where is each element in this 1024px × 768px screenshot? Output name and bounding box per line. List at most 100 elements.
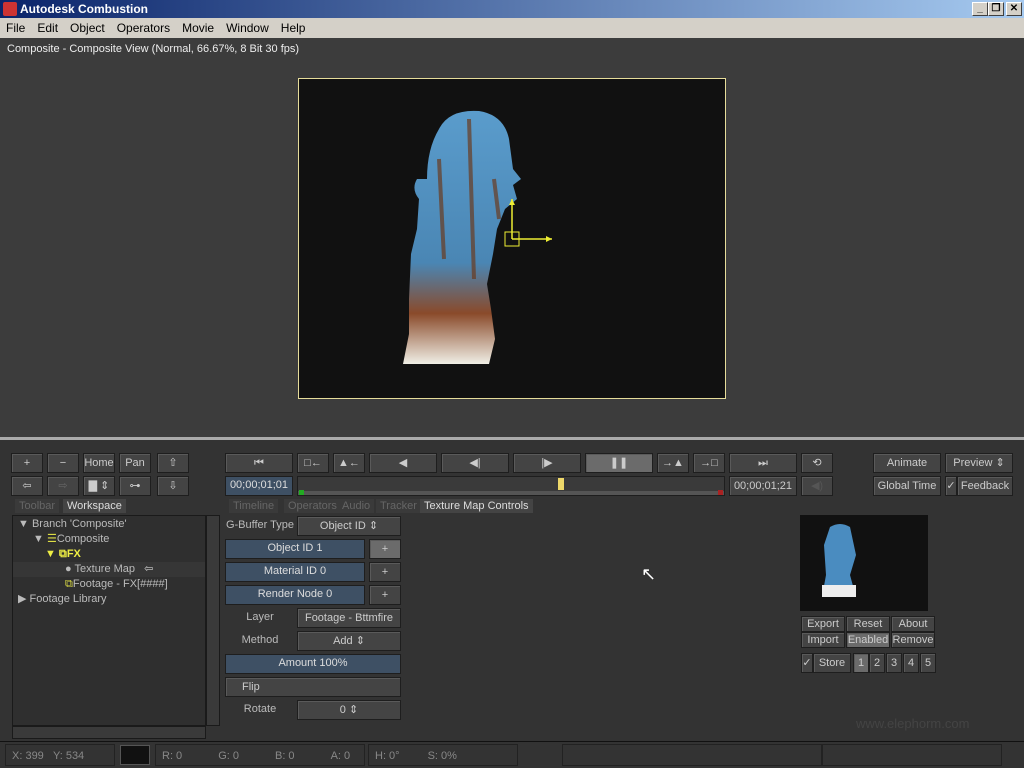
tree-item-branch[interactable]: ▼ Branch 'Composite' bbox=[13, 517, 205, 532]
store-checkbox[interactable]: ✓ bbox=[801, 653, 813, 673]
time-slider[interactable] bbox=[297, 476, 725, 496]
reset-button[interactable]: Reset bbox=[846, 616, 890, 632]
go-to-start-icon[interactable]: ⏮ bbox=[225, 453, 293, 473]
export-button[interactable]: Export bbox=[801, 616, 845, 632]
out-point-marker[interactable] bbox=[718, 490, 723, 495]
feedback-button[interactable]: Feedback bbox=[957, 476, 1013, 496]
crosshair-picker-icon[interactable]: + bbox=[369, 562, 401, 582]
color-swatch-select[interactable]: ▇ ⇕ bbox=[83, 476, 115, 496]
tree-scrollbar-vertical[interactable] bbox=[206, 515, 220, 726]
store-slot-3[interactable]: 3 bbox=[886, 653, 902, 673]
tree-item-fx[interactable]: ▼ ⧉FX bbox=[13, 547, 205, 562]
tree-scrollbar-horizontal[interactable] bbox=[12, 726, 206, 739]
next-keyframe-icon[interactable]: →□ bbox=[693, 453, 725, 473]
method-select[interactable]: Add ⇕ bbox=[297, 631, 401, 651]
window-title: Autodesk Combustion bbox=[20, 2, 148, 16]
pan-button[interactable]: Pan bbox=[119, 453, 151, 473]
close-button[interactable]: ✕ bbox=[1006, 2, 1022, 16]
prev-marker-icon[interactable]: ▲← bbox=[333, 453, 365, 473]
method-value: Add bbox=[333, 635, 353, 647]
menu-object[interactable]: Object bbox=[70, 21, 105, 35]
import-button[interactable]: Import bbox=[801, 632, 845, 648]
render-node-slider[interactable]: Render Node 0 bbox=[225, 585, 365, 605]
menu-operators[interactable]: Operators bbox=[117, 21, 170, 35]
step-forward-icon[interactable]: |▶ bbox=[513, 453, 581, 473]
zoom-in-button[interactable]: + bbox=[11, 453, 43, 473]
about-button[interactable]: About bbox=[891, 616, 935, 632]
gbuffer-value: Object ID bbox=[319, 520, 366, 532]
play-reverse-icon[interactable]: ◀ bbox=[369, 453, 437, 473]
menu-help[interactable]: Help bbox=[281, 21, 306, 35]
tab-toolbar[interactable]: Toolbar bbox=[15, 499, 60, 513]
remove-button[interactable]: Remove bbox=[891, 632, 935, 648]
audio-icon[interactable]: ◀) bbox=[801, 476, 833, 496]
tree-item-footage[interactable]: ⧉Footage - FX[####] bbox=[13, 577, 205, 592]
pause-icon[interactable]: ❚❚ bbox=[585, 453, 653, 473]
status-r: R: 0 bbox=[162, 750, 183, 762]
menu-movie[interactable]: Movie bbox=[182, 21, 214, 35]
menu-bar: File Edit Object Operators Movie Window Help bbox=[0, 18, 1024, 38]
tree-item-texture-map[interactable]: ● Texture Map ⇦ bbox=[13, 562, 205, 577]
arrow-up-icon[interactable]: ⇧ bbox=[157, 453, 189, 473]
object-id-slider[interactable]: Object ID 1 bbox=[225, 539, 365, 559]
tab-tracker[interactable]: Tracker bbox=[376, 499, 421, 513]
tab-operators[interactable]: Operators bbox=[284, 499, 341, 513]
menu-file[interactable]: File bbox=[6, 21, 25, 35]
menu-edit[interactable]: Edit bbox=[37, 21, 58, 35]
store-slot-5[interactable]: 5 bbox=[920, 653, 936, 673]
amount-slider[interactable]: Amount 100% bbox=[225, 654, 401, 674]
back-arrow-icon[interactable]: ⇦ bbox=[11, 476, 43, 496]
transform-gizmo[interactable] bbox=[504, 199, 552, 247]
preview-select[interactable]: Preview ⇕ bbox=[945, 453, 1013, 473]
store-slot-2[interactable]: 2 bbox=[869, 653, 885, 673]
home-button[interactable]: Home bbox=[83, 453, 115, 473]
tab-texture-map-controls[interactable]: Texture Map Controls bbox=[420, 499, 533, 513]
tab-timeline[interactable]: Timeline bbox=[229, 499, 279, 513]
tree-item-footage-library[interactable]: ▶ Footage Library bbox=[13, 592, 205, 607]
panel-divider[interactable] bbox=[0, 437, 1024, 440]
loop-icon[interactable]: ⟲ bbox=[801, 453, 833, 473]
feedback-checkbox[interactable]: ✓ bbox=[945, 476, 957, 496]
minimize-button[interactable]: _ bbox=[972, 2, 988, 16]
crosshair-picker-icon[interactable]: + bbox=[369, 539, 401, 559]
material-id-slider[interactable]: Material ID 0 bbox=[225, 562, 365, 582]
end-time-field[interactable]: 00;00;01;21 bbox=[729, 476, 797, 496]
tree-label: Composite bbox=[56, 533, 110, 545]
tab-audio[interactable]: Audio bbox=[338, 499, 375, 513]
flip-checkbox[interactable]: Flip bbox=[225, 677, 401, 697]
store-slot-1[interactable]: 1 bbox=[853, 653, 869, 673]
menu-window[interactable]: Window bbox=[226, 21, 269, 35]
playhead[interactable] bbox=[558, 478, 565, 490]
store-button[interactable]: Store bbox=[813, 653, 851, 673]
prev-keyframe-icon[interactable]: □← bbox=[297, 453, 329, 473]
tree-item-composite[interactable]: ▼ ☰Composite bbox=[13, 532, 205, 547]
forward-arrow-icon[interactable]: ⇨ bbox=[47, 476, 79, 496]
step-back-icon[interactable]: ◀| bbox=[441, 453, 509, 473]
watermark-text: www.elephorm.com bbox=[856, 716, 970, 731]
zoom-out-button[interactable]: − bbox=[47, 453, 79, 473]
arrow-down-icon[interactable]: ⇩ bbox=[157, 476, 189, 496]
animate-button[interactable]: Animate bbox=[873, 453, 941, 473]
layer-select[interactable]: Footage - Bttmfire bbox=[297, 608, 401, 628]
maximize-button[interactable]: ❐ bbox=[988, 2, 1004, 16]
tab-workspace[interactable]: Workspace bbox=[63, 499, 126, 513]
composite-viewer[interactable]: Composite - Composite View (Normal, 66.6… bbox=[0, 38, 1024, 437]
in-point-marker[interactable] bbox=[299, 490, 304, 495]
arrow-left-icon: ⇦ bbox=[144, 563, 154, 575]
global-time-select[interactable]: Global Time bbox=[873, 476, 941, 496]
enabled-button[interactable]: Enabled bbox=[846, 632, 890, 648]
store-slot-4[interactable]: 4 bbox=[903, 653, 919, 673]
schematic-icon[interactable]: ⊶ bbox=[119, 476, 151, 496]
status-b: B: 0 bbox=[274, 750, 295, 762]
gbuffer-type-select[interactable]: Object ID ⇕ bbox=[297, 516, 401, 536]
composite-icon: ☰ bbox=[46, 533, 57, 545]
current-time-field[interactable]: 00;00;01;01 bbox=[225, 476, 293, 496]
app-icon bbox=[3, 2, 17, 16]
composite-canvas[interactable] bbox=[298, 78, 726, 399]
rotate-field[interactable]: 0 ⇕ bbox=[297, 700, 401, 720]
status-s: S: 0% bbox=[427, 750, 457, 762]
next-marker-icon[interactable]: →▲ bbox=[657, 453, 689, 473]
bust-image bbox=[403, 110, 552, 365]
crosshair-picker-icon[interactable]: + bbox=[369, 585, 401, 605]
go-to-end-icon[interactable]: ⏭ bbox=[729, 453, 797, 473]
